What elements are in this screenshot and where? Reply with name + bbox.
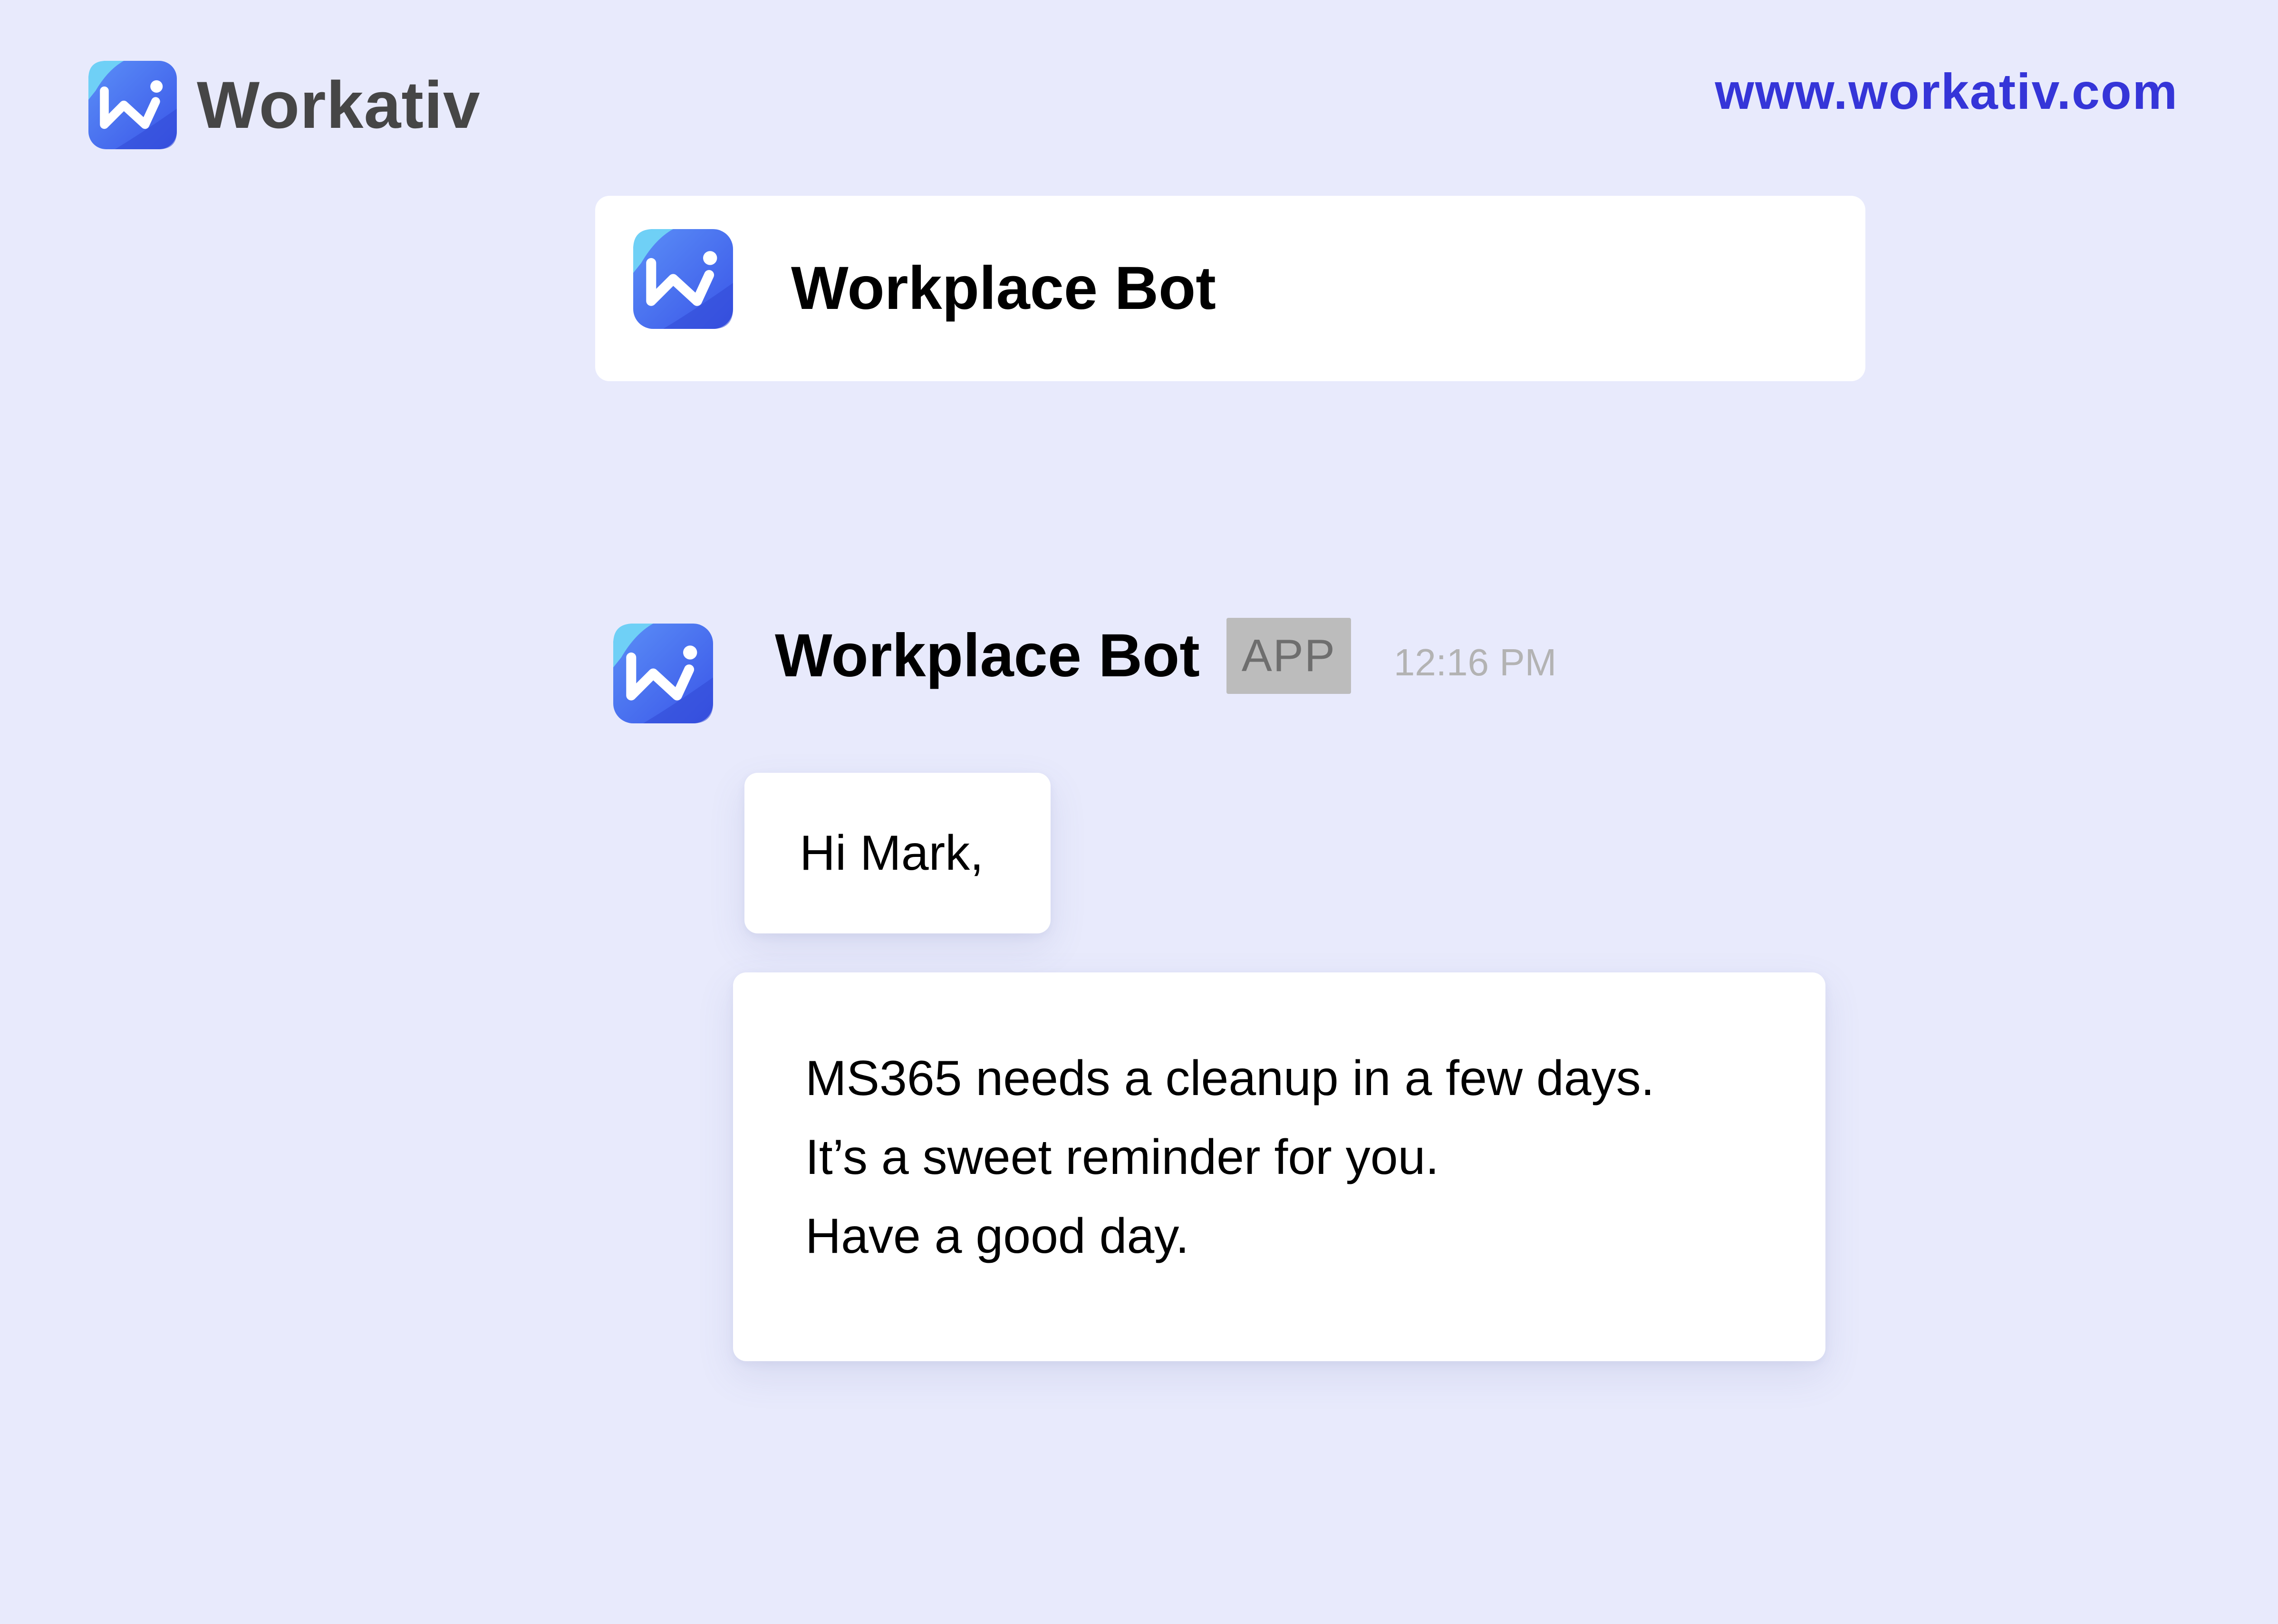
app-badge: APP (1226, 618, 1351, 694)
greeting-text: Hi Mark, (800, 826, 984, 881)
reminder-line: MS365 needs a cleanup in a few days. (805, 1051, 1655, 1106)
greeting-message-bubble: Hi Mark, (744, 773, 1051, 933)
workativ-logo-icon (88, 61, 177, 149)
bot-header-title: Workplace Bot (791, 254, 1216, 322)
reminder-message-bubble: MS365 needs a cleanup in a few days. It’… (733, 972, 1825, 1361)
website-link[interactable]: www.workativ.com (1715, 67, 2178, 117)
reminder-line: It’s a sweet reminder for you. (805, 1130, 1439, 1185)
brand: Workativ (88, 61, 481, 149)
brand-name: Workativ (197, 67, 481, 142)
bot-header-card: Workplace Bot (595, 196, 1865, 381)
reminder-text: MS365 needs a cleanup in a few days. It’… (805, 1039, 1654, 1276)
message-header: Workplace Bot APP 12:16 PM (775, 618, 1556, 694)
bot-avatar-icon[interactable] (613, 624, 713, 723)
message-timestamp[interactable]: 12:16 PM (1394, 641, 1556, 684)
reminder-line: Have a good day. (805, 1209, 1189, 1264)
message-sender-name[interactable]: Workplace Bot (775, 625, 1200, 686)
workativ-logo-icon (633, 229, 733, 329)
